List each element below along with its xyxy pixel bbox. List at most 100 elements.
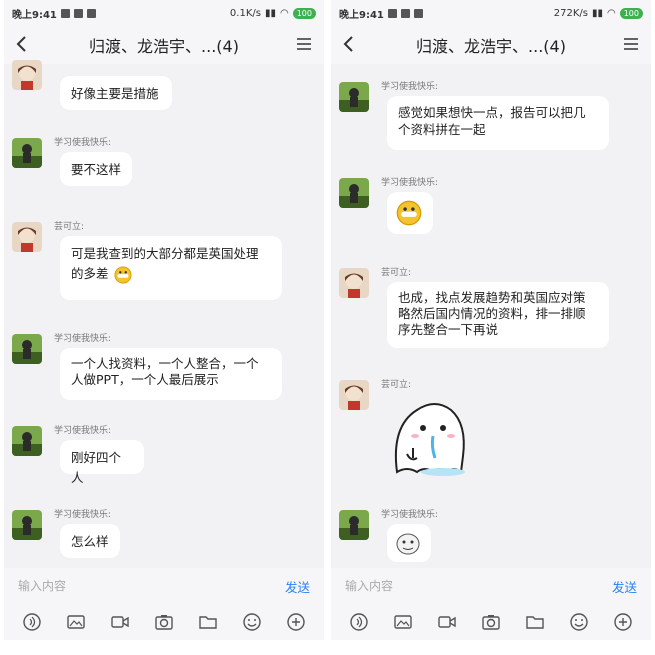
menu-icon[interactable]: [623, 36, 639, 52]
sender-name: 学习使我快乐:: [54, 138, 112, 148]
sender-name: 芸可立:: [381, 380, 412, 390]
message-text-line-2: 人做PPT，一个人最后展示: [71, 372, 219, 387]
green-avatar[interactable]: [339, 82, 369, 112]
sender-name: 学习使我快乐:: [381, 510, 439, 520]
sender-name: 学习使我快乐:: [381, 178, 439, 188]
sender-name: 学习使我快乐:: [54, 510, 112, 520]
grin-emoji-icon: [396, 200, 422, 226]
camera-icon[interactable]: [481, 612, 501, 632]
back-arrow-icon[interactable]: [341, 34, 357, 54]
notification-icon: [73, 8, 83, 18]
battery-icon: 100: [292, 7, 316, 19]
message-text-line-2: 个资料拼在一起: [398, 122, 486, 137]
message-text: 刚好四个人: [71, 450, 122, 485]
video-icon[interactable]: [110, 612, 130, 632]
camera-icon[interactable]: [154, 612, 174, 632]
plus-icon[interactable]: [286, 612, 306, 632]
message-text: 可是我查到的大部分都是英国处理: [71, 246, 259, 261]
message-text-line-2: 略然后国内情况的资料，排一排顺: [398, 306, 586, 321]
sender-name: 学习使我快乐:: [381, 82, 439, 92]
voice-icon[interactable]: [349, 612, 369, 632]
status-bar: 晚上9:41 0.1K/s ▮▮ ◠ 100: [4, 0, 324, 26]
network-speed: 272K/s: [553, 7, 588, 19]
image-icon[interactable]: [393, 612, 413, 632]
wifi-icon: ◠: [606, 7, 616, 19]
grin-emoji-icon: [113, 265, 132, 284]
sender-name: 芸可立:: [381, 268, 412, 278]
sender-name: 芸可立:: [54, 222, 85, 232]
message-bubble[interactable]: 怎么样: [60, 524, 120, 558]
chat-title: 归渡、龙浩宇、...(4): [416, 37, 566, 56]
girl-avatar[interactable]: [12, 60, 42, 90]
sticker-bubble[interactable]: [387, 524, 431, 562]
message-text: 要不这样: [71, 162, 122, 177]
green-avatar[interactable]: [12, 138, 42, 168]
signal-icon: ▮▮: [591, 7, 603, 19]
chat-title: 归渡、龙浩宇、...(4): [89, 37, 239, 56]
ghost-sticker[interactable]: [387, 396, 473, 478]
sender-name: 学习使我快乐:: [54, 426, 112, 436]
girl-avatar[interactable]: [339, 380, 369, 410]
message-text: 也成，找点发展趋势和英国应对策: [398, 290, 586, 305]
message-text-line-2: 的多差: [71, 264, 271, 284]
chat-header: 归渡、龙浩宇、...(4): [331, 26, 651, 64]
send-button[interactable]: 发送: [285, 577, 310, 596]
message-input-bar: 输入内容 发送: [4, 568, 324, 604]
message-text: 感觉如果想快一点，报告可以把几: [398, 105, 586, 120]
message-text-continued: 的多差: [71, 266, 109, 281]
status-time: 晚上9:41: [12, 9, 57, 21]
green-avatar[interactable]: [339, 510, 369, 540]
green-avatar[interactable]: [339, 178, 369, 208]
message-input-bar: 输入内容 发送: [331, 568, 651, 604]
back-arrow-icon[interactable]: [14, 34, 30, 54]
signal-icon: ▮▮: [264, 7, 276, 19]
message-text: 怎么样: [71, 534, 109, 549]
emoji-icon[interactable]: [569, 612, 589, 632]
message-bubble[interactable]: 可是我查到的大部分都是英国处理 的多差: [60, 236, 282, 300]
message-input[interactable]: 输入内容: [345, 577, 393, 594]
message-list[interactable]: 学习使我快乐: 感觉如果想快一点，报告可以把几 个资料拼在一起 学习使我快乐: …: [331, 64, 651, 568]
wifi-icon: ◠: [279, 7, 289, 19]
message-text: 一个人找资料，一个人整合，一个: [71, 356, 259, 371]
emoji-icon[interactable]: [242, 612, 262, 632]
message-bubble[interactable]: 好像主要是措施: [60, 76, 172, 110]
notification-icon: [60, 8, 70, 18]
notification-icon: [86, 8, 96, 18]
message-bubble[interactable]: 感觉如果想快一点，报告可以把几 个资料拼在一起: [387, 96, 609, 150]
chat-screen-left: 晚上9:41 0.1K/s ▮▮ ◠ 100 归渡、龙浩宇、...(4) 好像主…: [4, 0, 324, 640]
message-bubble[interactable]: 一个人找资料，一个人整合，一个 人做PPT，一个人最后展示: [60, 348, 282, 400]
status-bar: 晚上9:41 272K/s ▮▮ ◠ 100: [331, 0, 651, 26]
message-text: 好像主要是措施: [71, 86, 159, 101]
message-list[interactable]: 好像主要是措施 学习使我快乐: 要不这样 芸可立: 可是我查到的大部分都是英国处…: [4, 60, 324, 568]
image-icon[interactable]: [66, 612, 86, 632]
small-sticker-icon: [396, 533, 420, 555]
chat-toolbar: [4, 604, 324, 640]
green-avatar[interactable]: [12, 426, 42, 456]
status-time: 晚上9:41: [339, 9, 384, 21]
girl-avatar[interactable]: [339, 268, 369, 298]
chat-header: 归渡、龙浩宇、...(4): [4, 26, 324, 64]
plus-icon[interactable]: [613, 612, 633, 632]
send-button[interactable]: 发送: [612, 577, 637, 596]
message-text-line-3: 序先整合一下再说: [398, 322, 499, 337]
notification-icon: [413, 8, 423, 18]
folder-icon[interactable]: [525, 612, 545, 632]
chat-toolbar: [331, 604, 651, 640]
sender-name: 学习使我快乐:: [54, 334, 112, 344]
message-bubble[interactable]: 要不这样: [60, 152, 132, 186]
message-input[interactable]: 输入内容: [18, 577, 66, 594]
notification-icon: [400, 8, 410, 18]
battery-icon: 100: [619, 7, 643, 19]
folder-icon[interactable]: [198, 612, 218, 632]
sticker-bubble[interactable]: [387, 192, 433, 234]
video-icon[interactable]: [437, 612, 457, 632]
notification-icon: [387, 8, 397, 18]
green-avatar[interactable]: [12, 334, 42, 364]
menu-icon[interactable]: [296, 36, 312, 52]
chat-screen-right: 晚上9:41 272K/s ▮▮ ◠ 100 归渡、龙浩宇、...(4) 学习使…: [331, 0, 651, 640]
girl-avatar[interactable]: [12, 222, 42, 252]
voice-icon[interactable]: [22, 612, 42, 632]
message-bubble[interactable]: 也成，找点发展趋势和英国应对策 略然后国内情况的资料，排一排顺 序先整合一下再说: [387, 282, 609, 348]
message-bubble[interactable]: 刚好四个人: [60, 440, 144, 485]
green-avatar[interactable]: [12, 510, 42, 540]
